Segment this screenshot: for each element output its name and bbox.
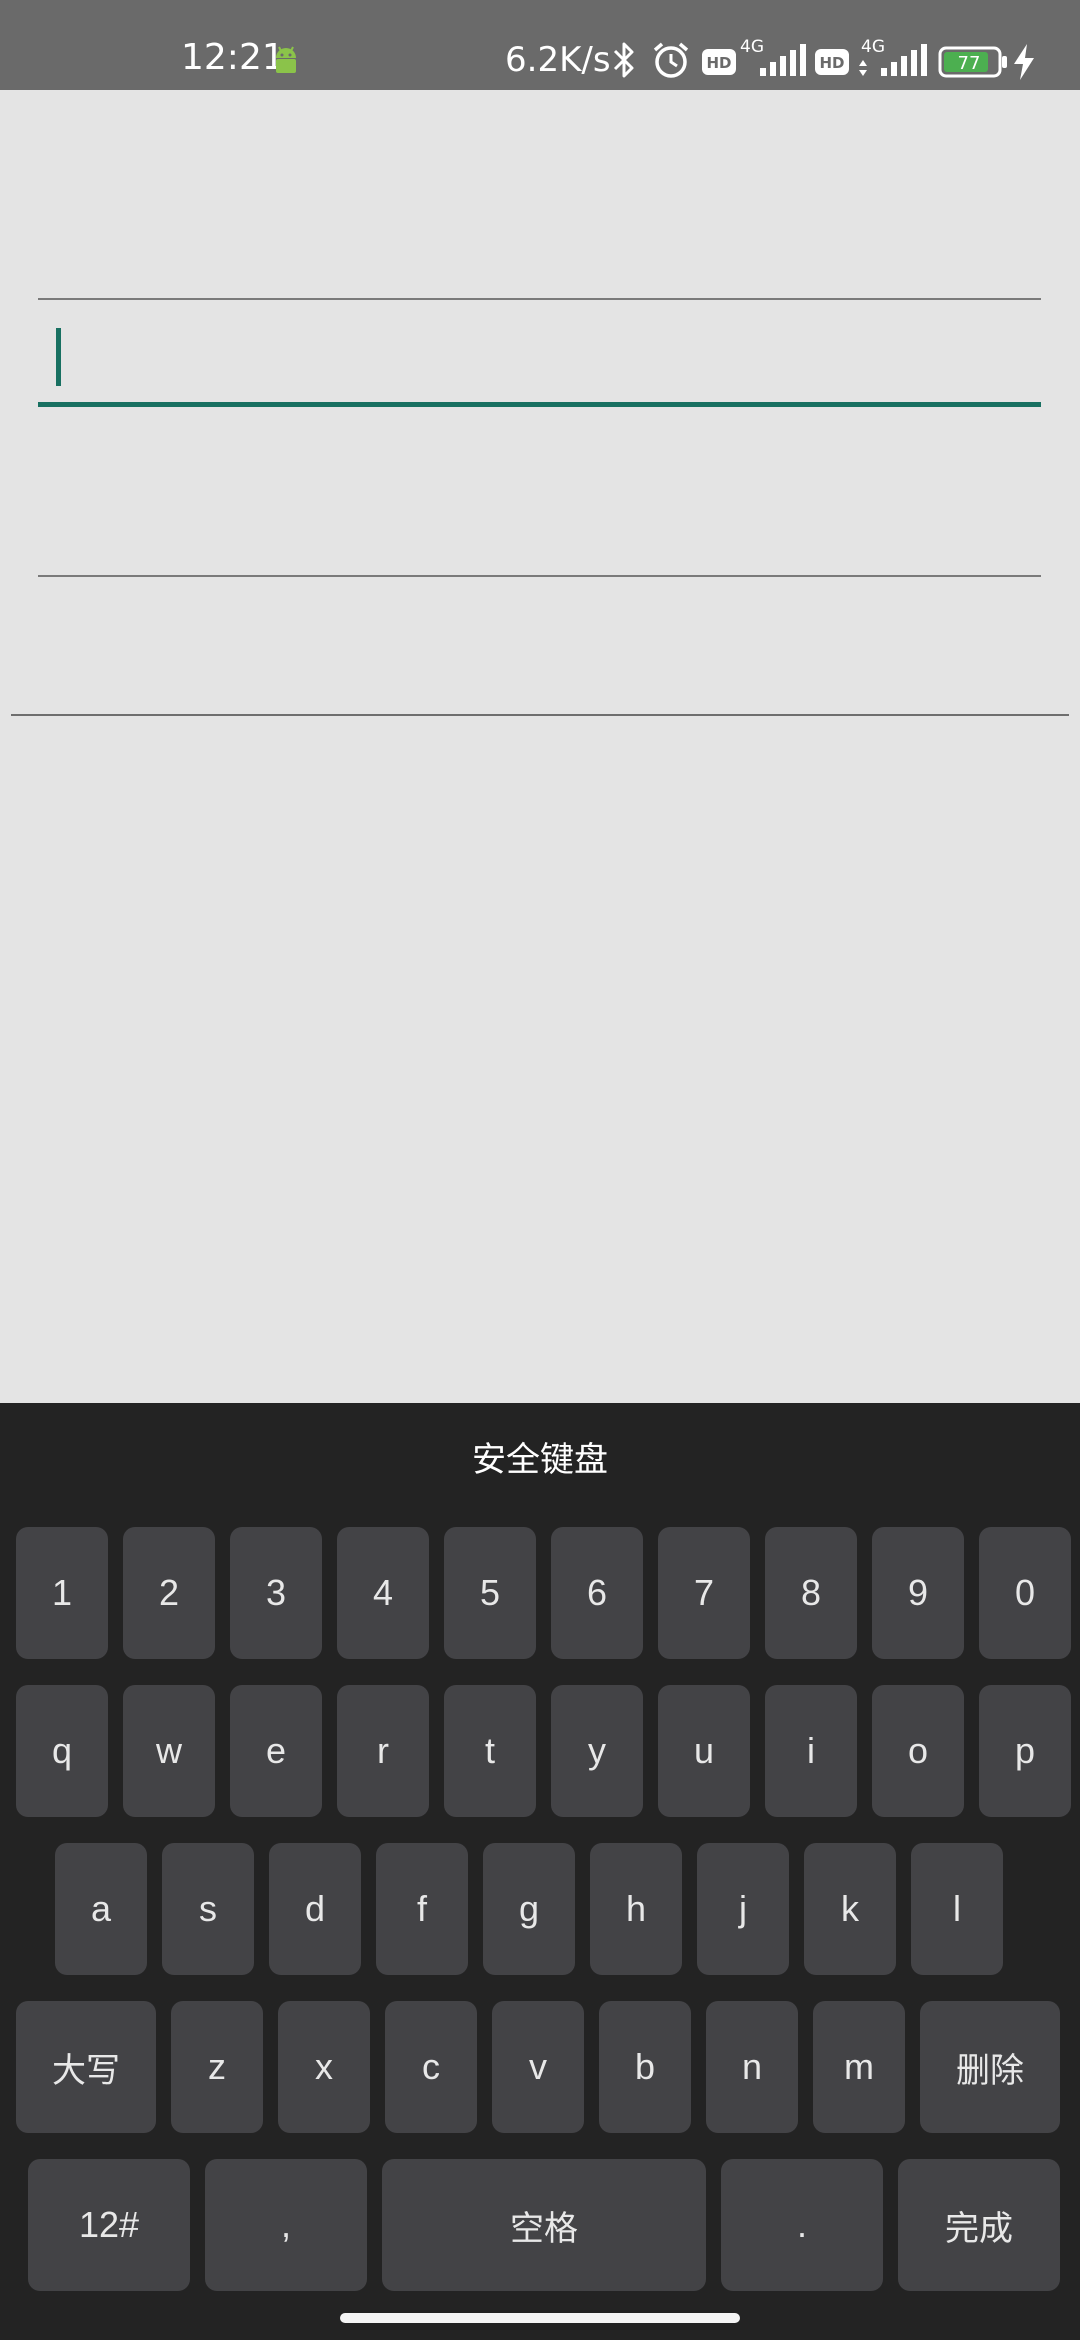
- key-x[interactable]: x: [278, 2001, 370, 2133]
- key-k[interactable]: k: [804, 1843, 896, 1975]
- key-9[interactable]: 9: [872, 1527, 964, 1659]
- hd-badge-2-label: HD: [819, 54, 844, 72]
- input-field-1[interactable]: [38, 180, 1041, 300]
- net-speed: 6.2K/s: [505, 40, 611, 80]
- key-y[interactable]: y: [551, 1685, 643, 1817]
- key-h[interactable]: h: [590, 1843, 682, 1975]
- alarm-icon: [653, 42, 689, 78]
- key-c[interactable]: c: [385, 2001, 477, 2133]
- network-type-1: 4G: [740, 37, 764, 57]
- key-v[interactable]: v: [492, 2001, 584, 2133]
- battery-level: 77: [958, 53, 981, 74]
- status-bar: 12:21 6.2K/s HD 4G HD 4G 77: [0, 0, 1080, 90]
- key-6[interactable]: 6: [551, 1527, 643, 1659]
- key-p[interactable]: p: [979, 1685, 1071, 1817]
- key-0[interactable]: 0: [979, 1527, 1071, 1659]
- key-n[interactable]: n: [706, 2001, 798, 2133]
- key-s[interactable]: s: [162, 1843, 254, 1975]
- hd-badge-icon: HD: [815, 49, 849, 75]
- hd-badge-1-label: HD: [706, 54, 731, 72]
- key-4[interactable]: 4: [337, 1527, 429, 1659]
- key-l[interactable]: l: [911, 1843, 1003, 1975]
- key-o[interactable]: o: [872, 1685, 964, 1817]
- done-key[interactable]: 完成: [898, 2159, 1060, 2291]
- key-2[interactable]: 2: [123, 1527, 215, 1659]
- comma-key[interactable]: ,: [205, 2159, 367, 2291]
- key-d[interactable]: d: [269, 1843, 361, 1975]
- status-time: 12:21: [181, 37, 285, 78]
- key-w[interactable]: w: [123, 1685, 215, 1817]
- network-type-2: 4G: [861, 37, 885, 57]
- period-key[interactable]: .: [721, 2159, 883, 2291]
- charging-icon: [1014, 44, 1034, 80]
- shift-key[interactable]: 大写: [16, 2001, 156, 2133]
- field-underline: [38, 575, 1041, 577]
- key-5[interactable]: 5: [444, 1527, 536, 1659]
- section-divider: [11, 714, 1069, 716]
- form-area: [0, 90, 1080, 1403]
- key-i[interactable]: i: [765, 1685, 857, 1817]
- key-z[interactable]: z: [171, 2001, 263, 2133]
- key-e[interactable]: e: [230, 1685, 322, 1817]
- delete-key[interactable]: 删除: [920, 2001, 1060, 2133]
- space-key[interactable]: 空格: [382, 2159, 706, 2291]
- input-field-3[interactable]: [38, 460, 1041, 577]
- key-3[interactable]: 3: [230, 1527, 322, 1659]
- key-8[interactable]: 8: [765, 1527, 857, 1659]
- key-b[interactable]: b: [599, 2001, 691, 2133]
- key-q[interactable]: q: [16, 1685, 108, 1817]
- hd-badge-icon: HD: [702, 49, 736, 75]
- signal-icon: 4G: [859, 37, 927, 76]
- android-icon: [276, 46, 296, 73]
- symbols-key[interactable]: 12#: [28, 2159, 190, 2291]
- battery-icon: 77: [938, 46, 1007, 78]
- key-t[interactable]: t: [444, 1685, 536, 1817]
- input-field-2[interactable]: [38, 290, 1041, 407]
- text-cursor: [56, 328, 61, 386]
- key-1[interactable]: 1: [16, 1527, 108, 1659]
- bluetooth-icon: [613, 42, 634, 78]
- key-j[interactable]: j: [697, 1843, 789, 1975]
- key-a[interactable]: a: [55, 1843, 147, 1975]
- key-u[interactable]: u: [658, 1685, 750, 1817]
- key-m[interactable]: m: [813, 2001, 905, 2133]
- keyboard-title: 安全键盘: [472, 1440, 608, 1480]
- field-underline: [38, 402, 1041, 407]
- home-indicator[interactable]: [340, 2313, 740, 2323]
- secure-keyboard: 安全键盘 1 2 3 4 5 6 7 8 9 0 q w e r t y u i…: [0, 1403, 1080, 2340]
- key-7[interactable]: 7: [658, 1527, 750, 1659]
- signal-icon: 4G: [740, 37, 806, 76]
- key-f[interactable]: f: [376, 1843, 468, 1975]
- key-g[interactable]: g: [483, 1843, 575, 1975]
- key-r[interactable]: r: [337, 1685, 429, 1817]
